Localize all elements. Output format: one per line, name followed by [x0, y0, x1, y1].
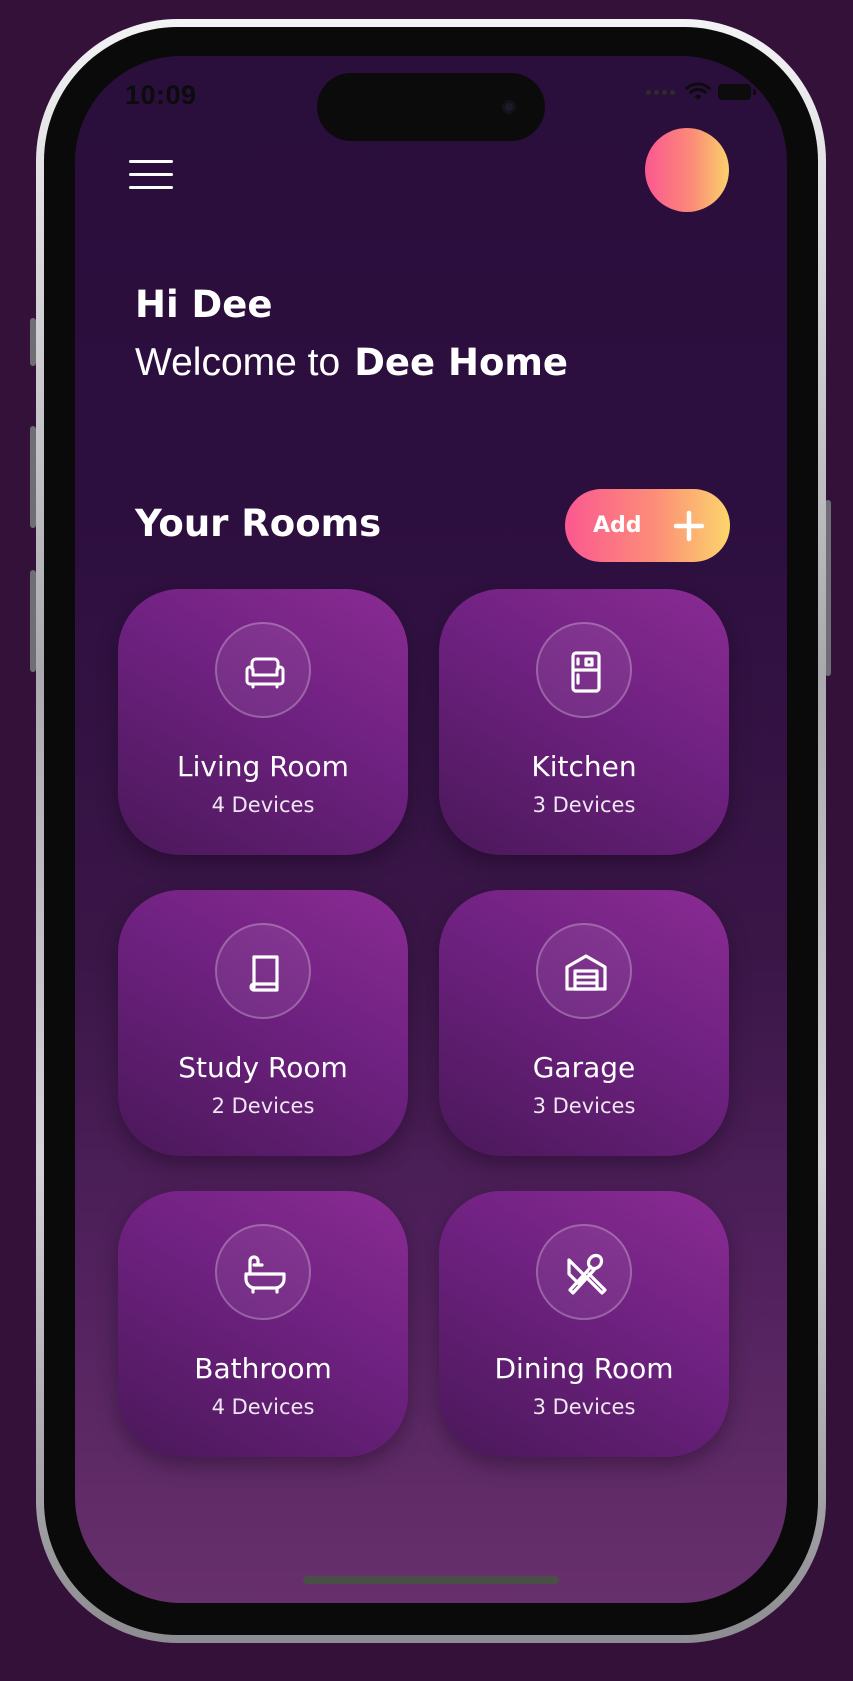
room-icon-circle [536, 1224, 632, 1320]
bathtub-icon [244, 1255, 286, 1294]
room-name: Garage [532, 1051, 636, 1084]
room-card-bathroom[interactable]: Bathroom 4 Devices [118, 1191, 408, 1457]
camera-icon [502, 100, 516, 114]
room-card-living-room[interactable]: Living Room 4 Devices [118, 589, 408, 855]
room-name: Bathroom [194, 1352, 332, 1385]
home-name: Dee Home [354, 341, 569, 384]
book-icon [249, 955, 279, 992]
room-icon-circle [215, 622, 311, 718]
room-device-count: 3 Devices [532, 1094, 636, 1118]
rooms-section-title: Your Rooms [135, 502, 382, 545]
room-card-study-room[interactable]: Study Room 2 Devices [118, 890, 408, 1156]
room-icon-circle [536, 622, 632, 718]
avatar[interactable] [645, 128, 729, 212]
room-name: Dining Room [494, 1352, 674, 1385]
phone-mockup: 10:09 Hi Dee Welcome toDee Home Your Ro [0, 0, 853, 1681]
welcome-line: Welcome to Dee Home [135, 340, 568, 385]
dynamic-island [317, 73, 545, 141]
add-room-button[interactable]: Add [565, 489, 730, 562]
signal-icon [646, 89, 675, 95]
room-device-count: 3 Devices [532, 793, 636, 817]
room-device-count: 3 Devices [532, 1395, 636, 1419]
room-name: Study Room [178, 1051, 348, 1084]
greeting-text: Hi Dee [135, 283, 273, 326]
room-card-dining-room[interactable]: Dining Room 3 Devices [439, 1191, 729, 1457]
wifi-icon [685, 82, 711, 100]
app-screen: 10:09 Hi Dee Welcome toDee Home Your Ro [75, 56, 787, 1603]
room-device-count: 2 Devices [211, 1094, 315, 1118]
room-icon-circle [536, 923, 632, 1019]
battery-icon [718, 84, 756, 100]
menu-icon[interactable] [129, 160, 173, 190]
room-device-count: 4 Devices [211, 793, 315, 817]
room-card-garage[interactable]: Garage 3 Devices [439, 890, 729, 1156]
room-icon-circle [215, 923, 311, 1019]
garage-icon [565, 954, 607, 991]
fridge-icon [571, 651, 601, 693]
room-name: Living Room [177, 750, 349, 783]
status-icons [646, 82, 757, 102]
home-indicator[interactable] [303, 1576, 559, 1584]
utensils-icon [567, 1253, 607, 1295]
room-icon-circle [215, 1224, 311, 1320]
plus-icon [673, 510, 705, 542]
add-button-label: Add [593, 513, 642, 538]
welcome-prefix: Welcome to [135, 341, 341, 384]
status-time: 10:09 [125, 80, 197, 110]
sofa-icon [245, 657, 285, 689]
room-device-count: 4 Devices [211, 1395, 315, 1419]
room-name: Kitchen [531, 750, 637, 783]
room-card-kitchen[interactable]: Kitchen 3 Devices [439, 589, 729, 855]
